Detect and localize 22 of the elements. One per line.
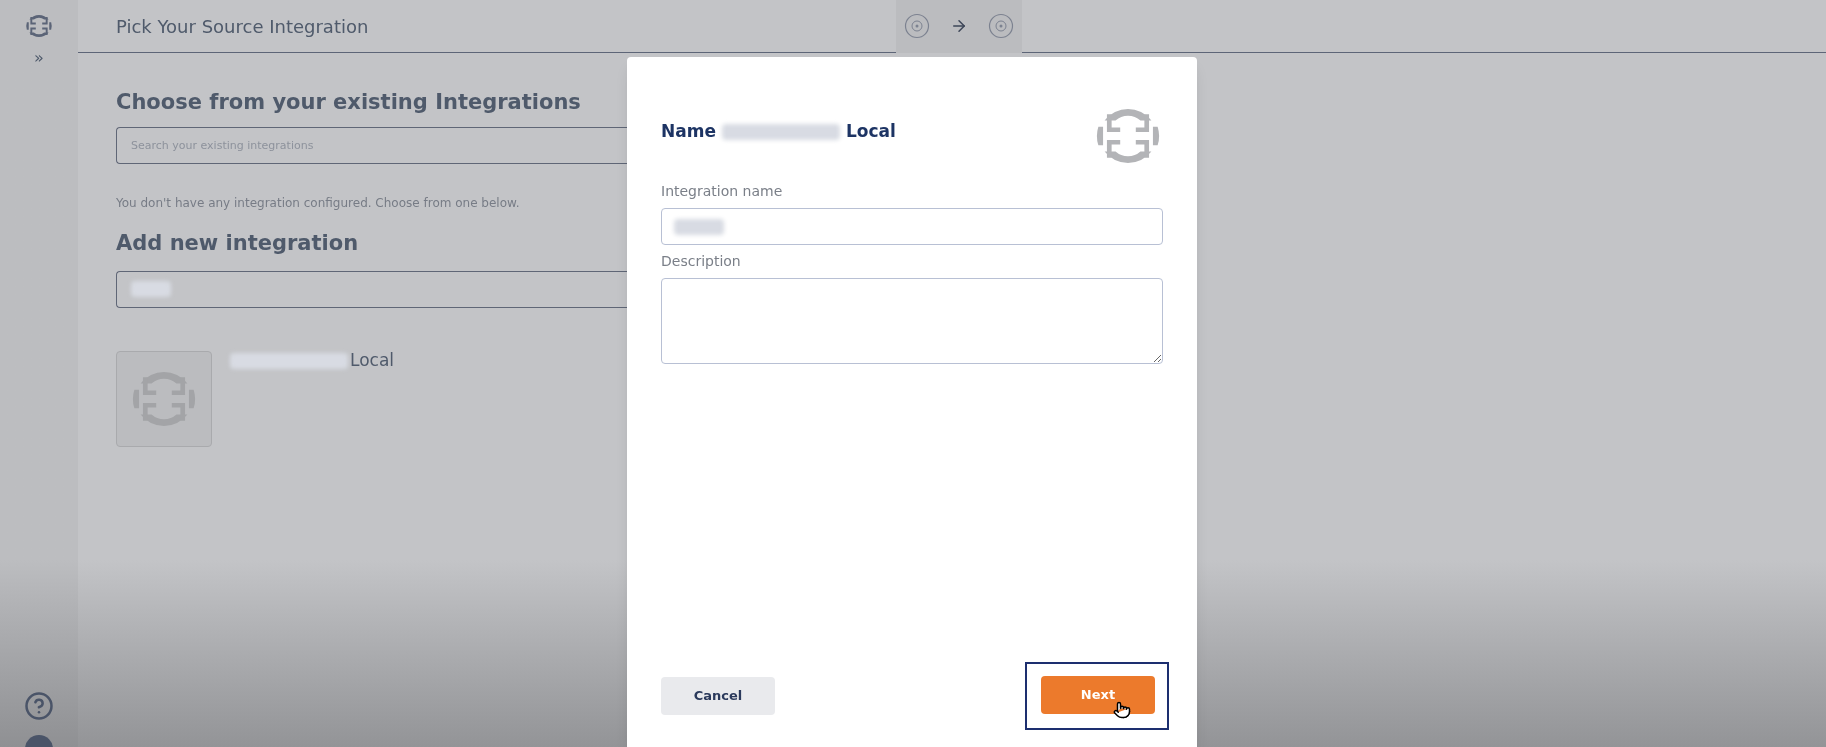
section-heading: Add new integration bbox=[116, 230, 360, 257]
cancel-button[interactable]: Cancel bbox=[661, 677, 775, 715]
field-label: Description bbox=[661, 252, 742, 271]
step-icon bbox=[904, 13, 930, 39]
step-icon bbox=[988, 13, 1014, 39]
name-field[interactable] bbox=[661, 208, 1163, 245]
field-label: Integration name bbox=[661, 182, 784, 201]
empty-message: You don't have any integration configured. Choose from one below. bbox=[116, 195, 521, 213]
help-icon[interactable] bbox=[24, 691, 54, 721]
arrow-icon bbox=[950, 17, 968, 35]
filter-field[interactable] bbox=[116, 270, 627, 308]
section-heading: Choose from your existing Integrations bbox=[116, 89, 582, 116]
dialog-title: Local bbox=[845, 120, 896, 143]
description-field[interactable] bbox=[661, 278, 1163, 364]
expand-sidebar-button[interactable]: » bbox=[34, 50, 44, 66]
dialog-title: Name bbox=[661, 120, 716, 143]
cursor-icon bbox=[1113, 700, 1131, 720]
page-title: Pick Your Source Integration bbox=[116, 14, 370, 39]
integration-tile[interactable] bbox=[116, 350, 212, 447]
redacted-text bbox=[674, 218, 724, 235]
redacted-text bbox=[131, 281, 171, 297]
integration-name[interactable]: Local bbox=[350, 347, 395, 374]
